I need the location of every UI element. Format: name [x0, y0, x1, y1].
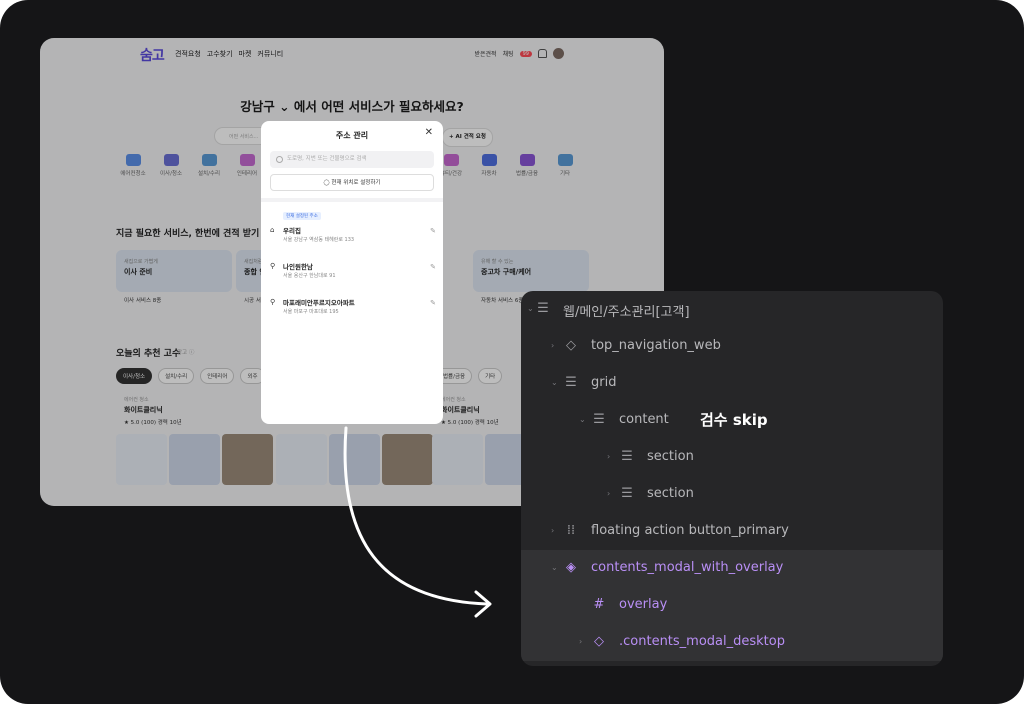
presentation-canvas: 숨고 견적요청 고수찾기 마켓 커뮤니티 받은견적 채팅 99 강남구 ⌄ 에서…: [0, 0, 1024, 704]
connector-arrow: [343, 426, 492, 618]
